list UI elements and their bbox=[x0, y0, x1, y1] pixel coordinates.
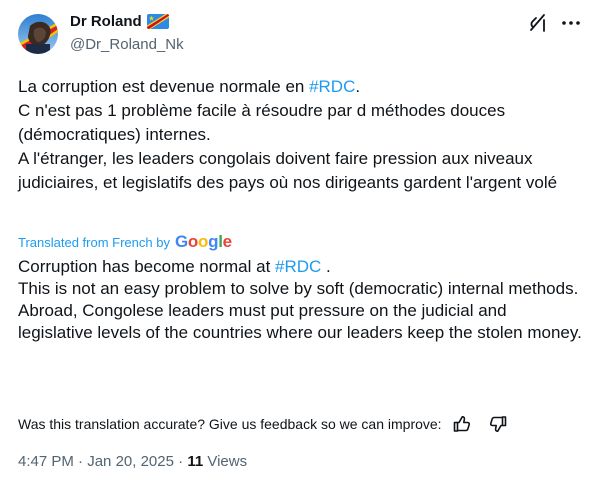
tweet-original-text: La corruption est devenue normale en #RD… bbox=[18, 75, 584, 195]
tweet-meta: 4:47 PM · Jan 20, 2025 · 11 Views bbox=[18, 453, 247, 470]
tweet-timestamp[interactable]: 4:47 PM · Jan 20, 2025 bbox=[18, 453, 174, 470]
views-label: Views bbox=[207, 453, 248, 470]
tweet-paragraph-3: A l'étranger, les leaders congolais doiv… bbox=[18, 149, 558, 192]
translation-paragraph-3: Abroad, Congolese leaders must put press… bbox=[18, 301, 582, 342]
more-icon[interactable] bbox=[560, 12, 582, 34]
translation-feedback: Was this translation accurate? Give us f… bbox=[18, 414, 508, 434]
grok-icon[interactable] bbox=[527, 12, 549, 34]
tweet-line-1-end: . bbox=[355, 77, 361, 96]
translated-by-label: Translated from French by bbox=[18, 234, 170, 250]
translation-line-1: Corruption has become normal at #RDC . bbox=[18, 256, 584, 278]
tweet-translation-text: Corruption has become normal at #RDC . T… bbox=[18, 256, 584, 344]
avatar-image bbox=[18, 14, 58, 54]
author-display-name[interactable]: Dr Roland bbox=[70, 13, 142, 30]
drc-flag-icon bbox=[146, 14, 169, 29]
translation-paragraph-2: This is not an easy problem to solve by … bbox=[18, 279, 579, 298]
translation-line-1-text: Corruption has become normal at bbox=[18, 257, 276, 276]
hashtag-link[interactable]: #RDC bbox=[309, 77, 355, 96]
google-logo: Google bbox=[174, 232, 232, 251]
tweet-paragraph-2: C n'est pas 1 problème facile à résoudre… bbox=[18, 101, 506, 144]
views-count: 11 bbox=[187, 453, 204, 470]
thumbs-down-icon[interactable] bbox=[488, 414, 508, 434]
avatar[interactable] bbox=[18, 14, 58, 54]
translated-by-link[interactable]: Translated from French by Google bbox=[18, 232, 232, 252]
feedback-prompt: Was this translation accurate? Give us f… bbox=[18, 416, 442, 432]
hashtag-link[interactable]: #RDC bbox=[275, 257, 321, 276]
meta-separator-2: · bbox=[178, 453, 184, 470]
tweet-date: Jan 20, 2025 bbox=[87, 453, 174, 470]
meta-separator: · bbox=[78, 453, 84, 470]
tweet-time: 4:47 PM bbox=[18, 453, 74, 470]
translation-line-1-end: . bbox=[321, 257, 331, 276]
thumbs-up-icon[interactable] bbox=[452, 414, 472, 434]
author-handle[interactable]: @Dr_Roland_Nk bbox=[70, 36, 184, 53]
tweet-line-1: La corruption est devenue normale en #RD… bbox=[18, 75, 584, 99]
tweet-line-1-text: La corruption est devenue normale en bbox=[18, 77, 310, 96]
